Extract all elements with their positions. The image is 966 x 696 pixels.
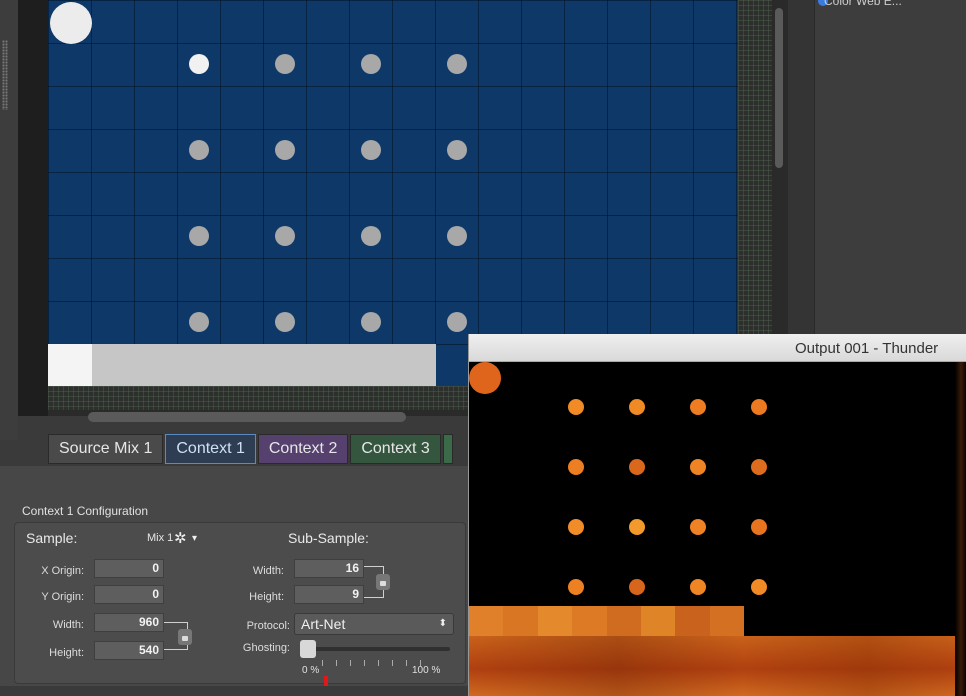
output-pixel xyxy=(690,579,706,595)
protocol-value: Art-Net xyxy=(301,616,346,632)
sample-region-grey xyxy=(92,344,436,386)
output-pixel xyxy=(751,519,767,535)
right-panel-strip xyxy=(788,0,814,340)
sample-point[interactable] xyxy=(189,54,209,74)
canvas-shadow xyxy=(18,0,48,416)
select-arrows-icon: ⬍ xyxy=(438,618,447,629)
sub-width-field[interactable]: 16 xyxy=(294,559,364,578)
output-window[interactable]: Output 001 - Thunder xyxy=(468,334,966,696)
context-tabs: Source Mix 1 Context 1 Context 2 Context… xyxy=(48,434,455,464)
tab-context-1[interactable]: Context 1 xyxy=(165,434,256,464)
sample-point[interactable] xyxy=(361,226,381,246)
sample-point[interactable] xyxy=(361,312,381,332)
config-box xyxy=(14,522,466,684)
ghosting-label: Ghosting: xyxy=(242,642,290,654)
output-pixel xyxy=(690,519,706,535)
subsample-label: Sub-Sample: xyxy=(288,530,369,546)
output-black-region xyxy=(744,606,966,636)
sample-point[interactable] xyxy=(189,140,209,160)
sample-point[interactable] xyxy=(447,140,467,160)
x-origin-field[interactable]: 0 xyxy=(94,559,164,578)
width-label: Width: xyxy=(52,619,84,631)
output-pixel xyxy=(629,459,645,475)
chevron-down-icon[interactable]: ▾ xyxy=(192,533,197,544)
sub-height-field[interactable]: 9 xyxy=(294,585,364,604)
slider-tick xyxy=(322,660,323,666)
horizontal-scrollbar[interactable] xyxy=(88,412,406,422)
sample-point[interactable] xyxy=(447,312,467,332)
panel-bottom-edge xyxy=(0,686,470,696)
output-pixel xyxy=(751,399,767,415)
output-window-edge xyxy=(955,362,966,696)
width-field[interactable]: 960 xyxy=(94,613,164,632)
slider-tick xyxy=(406,660,407,666)
config-title: Context 1 Configuration xyxy=(22,504,149,518)
height-label: Height: xyxy=(49,647,84,659)
slider-tick xyxy=(378,660,379,666)
tab-source-mix-1[interactable]: Source Mix 1 xyxy=(48,434,164,464)
sample-point[interactable] xyxy=(275,140,295,160)
output-pixel xyxy=(568,399,584,415)
protocol-select[interactable]: Art-Net ⬍ xyxy=(294,613,454,635)
ghosting-slider[interactable] xyxy=(300,647,450,651)
output-pixel xyxy=(690,399,706,415)
sample-point[interactable] xyxy=(361,54,381,74)
y-origin-label: Y Origin: xyxy=(41,591,84,603)
resize-grip-icon[interactable] xyxy=(2,40,8,110)
sample-point[interactable] xyxy=(447,226,467,246)
output-pixel xyxy=(568,579,584,595)
vertical-scroll-thumb[interactable] xyxy=(775,8,783,168)
sample-point[interactable] xyxy=(275,312,295,332)
sample-point[interactable] xyxy=(447,54,467,74)
sample-point[interactable] xyxy=(189,226,209,246)
output-pixel xyxy=(568,459,584,475)
tab-context-2[interactable]: Context 2 xyxy=(257,434,349,464)
pixel-strip xyxy=(469,606,744,636)
slider-tick xyxy=(392,660,393,666)
slider-tick xyxy=(364,660,365,666)
right-panel: Color Web E... xyxy=(788,0,966,340)
output-pixel xyxy=(751,459,767,475)
layer-name[interactable]: Color Web E... xyxy=(824,0,902,8)
sample-point[interactable] xyxy=(275,226,295,246)
sub-height-label: Height: xyxy=(249,591,284,603)
vertical-scrollbar[interactable] xyxy=(772,0,786,330)
left-gutter xyxy=(0,0,18,440)
sample-point[interactable] xyxy=(361,140,381,160)
output-pixel xyxy=(751,579,767,595)
output-title: Output 001 - Thunder xyxy=(795,340,939,357)
y-origin-field[interactable]: 0 xyxy=(94,585,164,604)
sub-width-label: Width: xyxy=(252,565,284,577)
sample-point[interactable] xyxy=(189,312,209,332)
sample-value: Mix 1 xyxy=(147,532,174,544)
screen: Color Web E... Source Mix 1 Context 1 Co… xyxy=(0,0,966,696)
lock-icon[interactable] xyxy=(376,574,390,590)
output-pixel xyxy=(629,399,645,415)
sample-label: Sample: xyxy=(26,530,78,546)
output-origin-dot xyxy=(469,362,501,394)
x-origin-label: X Origin: xyxy=(41,565,84,577)
source-canvas[interactable] xyxy=(48,0,738,386)
slider-tick xyxy=(350,660,351,666)
output-pixel xyxy=(568,519,584,535)
origin-handle[interactable] xyxy=(50,2,92,44)
height-field[interactable]: 540 xyxy=(94,641,164,660)
output-pixel xyxy=(690,459,706,475)
lock-icon[interactable] xyxy=(178,629,192,645)
sample-region-white xyxy=(48,344,92,386)
divider xyxy=(814,0,815,340)
tab-context-3[interactable]: Context 3 xyxy=(350,434,441,464)
ghosting-max-label: 100 % xyxy=(412,665,441,676)
sample-point[interactable] xyxy=(275,54,295,74)
add-tab-button[interactable] xyxy=(442,434,453,464)
gear-icon[interactable]: ✲ xyxy=(174,529,187,547)
ghosting-min-label: 0 % xyxy=(302,665,320,676)
ghosting-slider-thumb[interactable] xyxy=(300,640,316,658)
output-titlebar[interactable]: Output 001 - Thunder xyxy=(469,334,966,362)
output-pixel xyxy=(629,579,645,595)
output-pixel xyxy=(629,519,645,535)
protocol-label: Protocol: xyxy=(246,620,290,632)
slider-tick xyxy=(336,660,337,666)
